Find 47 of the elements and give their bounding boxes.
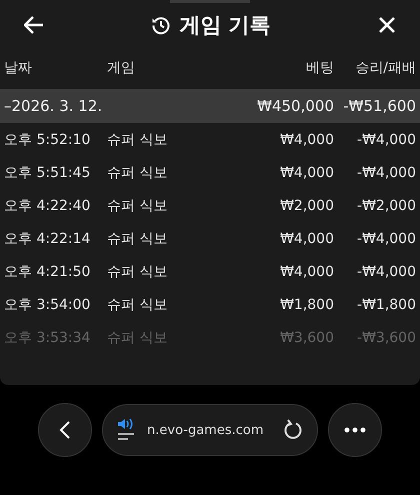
reload-icon[interactable] xyxy=(283,419,303,441)
table-cell-text: 오후 4:21:50 xyxy=(4,262,92,280)
table-cell-text: ₩1,800 xyxy=(279,296,334,312)
date-group-row[interactable]: –2026. 3. 12. ₩450,000 -₩51,600 xyxy=(0,89,420,123)
table-cell-text: -₩4,000 xyxy=(356,132,416,148)
table-cell-text: 슈퍼 식보 xyxy=(107,328,168,346)
close-icon xyxy=(378,16,396,34)
address-bar[interactable]: n.evo-games.com xyxy=(102,404,318,456)
table-cell-text: ₩4,000 xyxy=(279,230,334,246)
chevron-left-icon xyxy=(59,420,71,440)
table-cell-text: ₩3,600 xyxy=(279,330,334,346)
table-cell-text: 슈퍼 식보 xyxy=(107,296,168,314)
table-cell-text: -₩1,800 xyxy=(356,296,416,312)
url-text: n.evo-games.com xyxy=(147,422,264,438)
table-cell-text: 슈퍼 식보 xyxy=(107,196,168,214)
table-cell-text: 오후 3:53:34 xyxy=(4,328,92,346)
table-cell-text: -₩4,000 xyxy=(356,264,416,280)
table-cell-text: ₩4,000 xyxy=(279,164,334,180)
table-cell-text: 슈퍼 식보 xyxy=(107,130,168,148)
more-icon xyxy=(344,427,366,433)
table-cell-text: ₩4,000 xyxy=(279,264,334,280)
column-header: 베팅 xyxy=(305,59,334,77)
group-bet-total: ₩450,000 xyxy=(256,97,334,115)
arrow-left-icon xyxy=(24,16,44,34)
table-cell-text: -₩3,600 xyxy=(356,330,416,346)
table-cell-text: 슈퍼 식보 xyxy=(107,164,168,182)
table-cell-text: ₩2,000 xyxy=(279,198,334,214)
column-header: 날짜 xyxy=(4,59,33,77)
table-cell-text: 오후 5:51:45 xyxy=(4,164,92,182)
table-cell-text: -₩4,000 xyxy=(356,164,416,180)
speaker-icon xyxy=(117,418,137,442)
table-cell-text: 오후 5:52:10 xyxy=(4,130,92,148)
table-cell-text: 오후 3:54:00 xyxy=(4,296,92,314)
table-cell-text: -₩2,000 xyxy=(356,198,416,214)
more-button[interactable] xyxy=(328,403,382,457)
table-cell-text: 오후 4:22:40 xyxy=(4,196,92,214)
table-cell-text: 슈퍼 식보 xyxy=(107,230,168,248)
window-title: 게임 기록 xyxy=(179,12,271,39)
table-cell-text: -₩4,000 xyxy=(356,230,416,246)
column-header: 승리/패배 xyxy=(354,59,416,77)
table-cell-text: ₩4,000 xyxy=(279,132,334,148)
history-icon xyxy=(151,15,172,35)
column-header: 게임 xyxy=(107,59,136,77)
group-result-total: -₩51,600 xyxy=(342,97,416,115)
group-date: –2026. 3. 12. xyxy=(4,97,104,115)
table-cell-text: 슈퍼 식보 xyxy=(107,262,168,280)
table-cell-text: 오후 4:22:14 xyxy=(4,230,92,248)
